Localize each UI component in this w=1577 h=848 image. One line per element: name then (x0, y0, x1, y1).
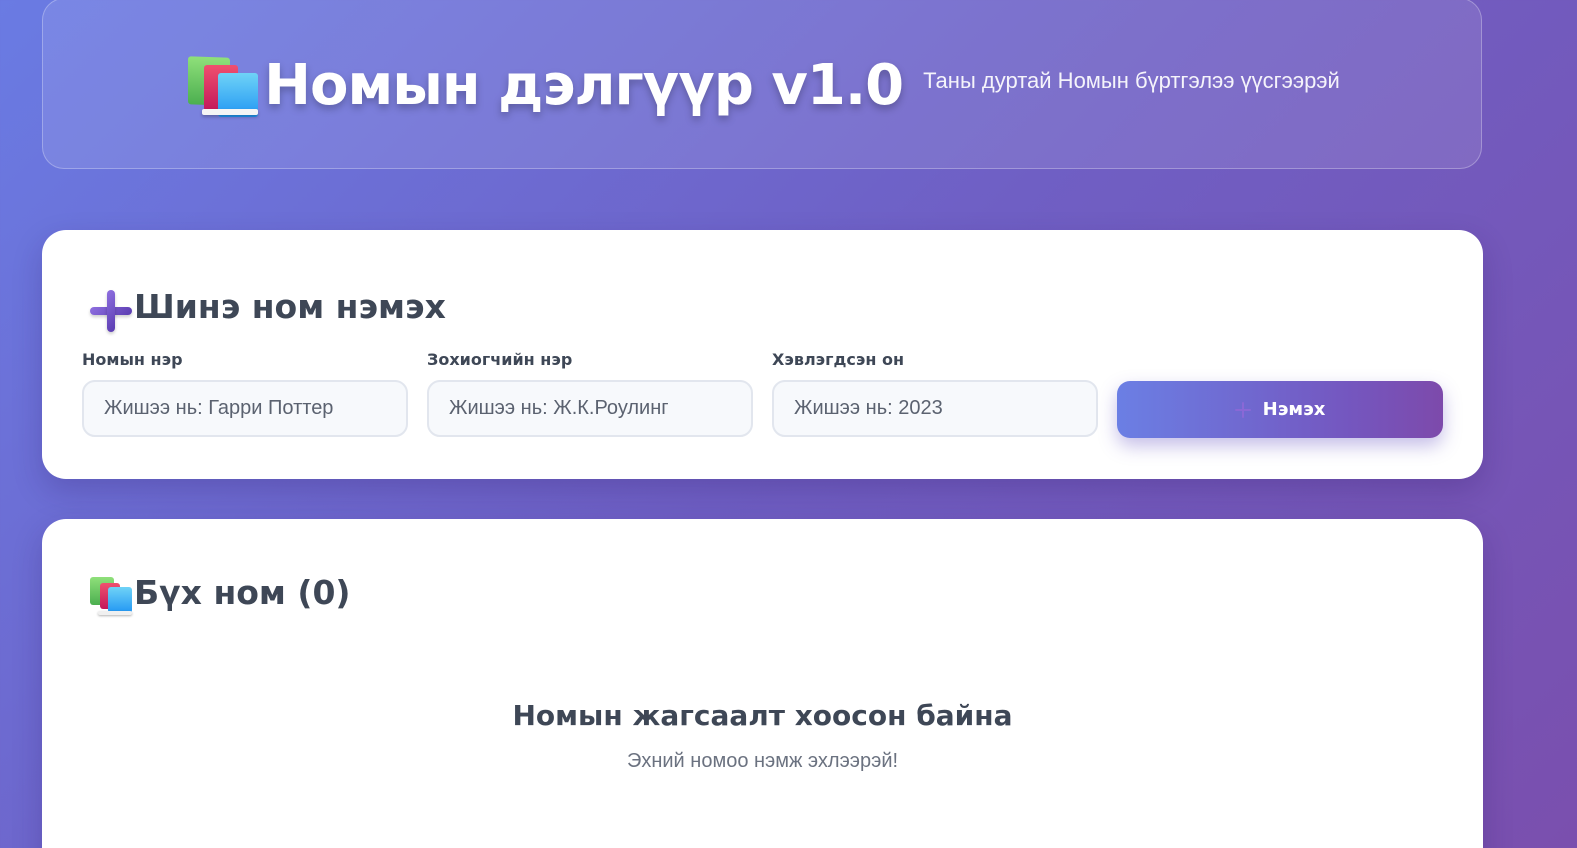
book-list-card: Бүх ном (0) Номын жагсаалт хоосон байна … (42, 519, 1483, 848)
app-title: Номын дэлгүүр v1.0 (264, 53, 904, 118)
books-icon (88, 575, 134, 619)
header-content: Номын дэлгүүр v1.0 Таны дуртай Номын бүр… (184, 51, 1340, 121)
year-label: Хэвлэгдсэн он (772, 350, 905, 369)
empty-state-subtitle: Эхний номоо нэмж эхлээрэй! (626, 750, 899, 772)
book-list-heading: Бүх ном (0) (88, 565, 351, 619)
book-list-title: Бүх ном (0) (134, 572, 351, 612)
plus-icon (1234, 401, 1251, 418)
plus-icon (88, 288, 134, 334)
add-book-title: Шинэ ном нэмэх (134, 286, 446, 326)
empty-state-title: Номын жагсаалт хоосон байна (512, 699, 1013, 732)
book-title-label: Номын нэр (82, 350, 183, 369)
add-book-button[interactable]: Нэмэх (1117, 381, 1443, 438)
year-field: Хэвлэгдсэн он (772, 350, 1098, 437)
author-field: Зохиогчийн нэр (427, 350, 753, 437)
app-header: Номын дэлгүүр v1.0 Таны дуртай Номын бүр… (42, 0, 1482, 169)
add-button-label: Нэмэх (1262, 399, 1326, 420)
add-book-heading: Шинэ ном нэмэх (88, 278, 446, 334)
year-input[interactable] (772, 380, 1098, 437)
book-title-input[interactable] (82, 380, 408, 437)
add-book-card: Шинэ ном нэмэх Номын нэр Зохиогчийн нэр … (42, 230, 1483, 479)
app-subtitle: Таны дуртай Номын бүртгэлээ үүсгээрэй (923, 67, 1340, 93)
books-icon (184, 51, 262, 121)
book-title-field: Номын нэр (82, 350, 408, 437)
author-input[interactable] (427, 380, 753, 437)
author-label: Зохиогчийн нэр (427, 350, 573, 369)
